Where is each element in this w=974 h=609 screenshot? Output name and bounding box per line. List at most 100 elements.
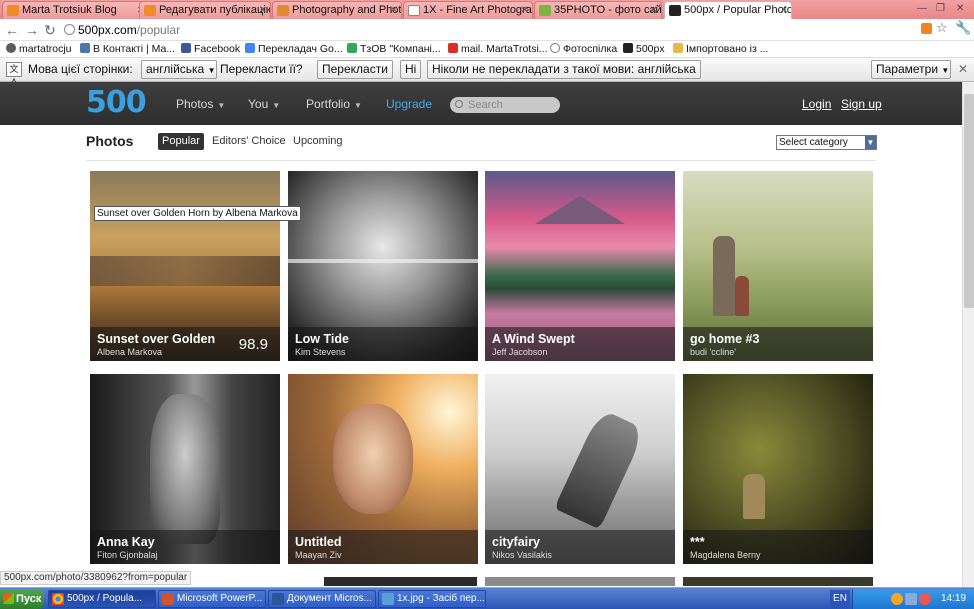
close-icon[interactable]: ✕ [521, 2, 529, 19]
status-url: 500px.com/photo/3380962?from=popular [0, 571, 192, 585]
task-label: 500px / Popula... [67, 593, 143, 604]
bookmark-translator[interactable]: Перекладач Go... [245, 42, 343, 57]
photo-author[interactable]: Maayan Ziv [295, 550, 342, 560]
clock[interactable]: 14:19 [941, 589, 966, 609]
category-select[interactable]: Select category ▼ [776, 135, 877, 150]
category-select-value: Select category [779, 137, 848, 148]
tab-photography[interactable]: Photography and Photo ✕ [272, 1, 402, 19]
back-arrow-icon[interactable]: ← [4, 21, 20, 39]
close-icon[interactable]: ✕ [780, 2, 788, 19]
nav-photos[interactable]: Photos ▼ [176, 97, 225, 111]
photo-mountain [535, 196, 625, 224]
close-icon[interactable]: ✕ [259, 2, 267, 19]
tab-label: Photography and Photo [292, 4, 402, 16]
nav-you-label: You [248, 97, 269, 111]
bookmark-500px[interactable]: 500px [623, 42, 665, 57]
close-icon[interactable]: ✕ [650, 2, 658, 19]
bookmark-facebook[interactable]: Facebook [181, 42, 240, 57]
photo-card[interactable]: cityfairy Nikos Vasilakis [485, 374, 675, 564]
500px-logo[interactable]: 500 [86, 85, 147, 121]
photo-card-partial[interactable] [324, 577, 477, 586]
tab-upcoming[interactable]: Upcoming [289, 133, 347, 150]
language-value: англійська [146, 62, 205, 76]
photo-author[interactable]: Jeff Jacobson [492, 347, 547, 357]
bookmark-vkontakte[interactable]: В Контакті | Ма... [80, 42, 175, 57]
maximize-icon[interactable]: ❐ [936, 0, 945, 19]
star-icon[interactable]: ☆ [936, 20, 948, 36]
login-link[interactable]: Login [802, 97, 831, 111]
tab-500px-popular[interactable]: 500px / Popular Photos ✕ [664, 1, 792, 19]
translate-prompt: Мова цієї сторінки: [28, 62, 133, 76]
translate-button[interactable]: Перекласти [317, 60, 393, 79]
chevron-down-icon: ▼ [217, 101, 226, 110]
photo-card[interactable]: *** Magdalena Berny [683, 374, 873, 564]
page-title: Photos [86, 133, 134, 149]
task-image-viewer[interactable]: 1x.jpg - Засіб пер... [378, 590, 486, 608]
never-translate-button[interactable]: Ніколи не перекладати з такої мови: англ… [427, 60, 701, 79]
photo-card[interactable]: Anna Kay Fiton Gjonbalaj [90, 374, 280, 564]
address-bar: ← → ↻ 500px.com/popular ☆ 🔧 [0, 19, 974, 41]
photo-card[interactable]: Low Tide Kim Stevens [288, 171, 478, 361]
scrollbar-thumb[interactable] [964, 94, 974, 308]
photo-card[interactable]: Untitled Maayan Ziv [288, 374, 478, 564]
tab-marta-blog[interactable]: Marta Trotsiuk Blog✕ [2, 1, 149, 19]
rss-icon[interactable] [921, 23, 932, 34]
tray-app-icon[interactable] [891, 593, 903, 605]
photo-author[interactable]: Kim Stevens [295, 347, 346, 357]
task-word[interactable]: Документ Micros... [268, 590, 376, 608]
tab-1x[interactable]: 1X - Fine Art Photograph ✕ [403, 1, 533, 19]
signup-link[interactable]: Sign up [841, 97, 882, 111]
tray-app-icon[interactable] [919, 593, 931, 605]
language-indicator[interactable]: EN [830, 590, 850, 608]
start-button[interactable]: Пуск [0, 589, 44, 609]
windows-logo-icon [3, 593, 14, 604]
window-close-icon[interactable]: ✕ [956, 0, 964, 19]
nav-upgrade[interactable]: Upgrade [386, 97, 432, 111]
reload-icon[interactable]: ↻ [42, 21, 58, 39]
photo-author[interactable]: Magdalena Berny [690, 550, 761, 560]
task-powerpoint[interactable]: Microsoft PowerP... [158, 590, 266, 608]
photo-card-partial[interactable] [683, 577, 873, 586]
search-input[interactable]: Search [450, 97, 560, 113]
wrench-icon[interactable]: 🔧 [955, 20, 971, 36]
tab-edit-post[interactable]: Редагувати публікацію ✕ [139, 1, 271, 19]
photo-title: go home #3 [690, 332, 760, 346]
bookmark-martatrocju[interactable]: martatrocju [6, 42, 72, 57]
nav-portfolio[interactable]: Portfolio ▼ [306, 97, 362, 111]
tab-35photo[interactable]: 35PHOTO - фото сайт ✕ [534, 1, 662, 19]
new-tab-button[interactable] [794, 1, 818, 19]
vertical-scrollbar[interactable] [962, 82, 974, 587]
chevron-down-icon: ▼ [354, 101, 362, 110]
photo-author[interactable]: Nikos Vasilakis [492, 550, 552, 560]
globe-icon [550, 43, 560, 53]
forward-arrow-icon[interactable]: → [24, 21, 40, 39]
photo-tooltip: Sunset over Golden Horn by Albena Markov… [94, 206, 301, 221]
nav-photos-label: Photos [176, 97, 214, 111]
bookmark-mail[interactable]: mail. MartaTrotsi... [448, 42, 548, 57]
photo-author[interactable]: Fiton Gjonbalaj [97, 550, 158, 560]
no-button[interactable]: Ні [400, 60, 422, 79]
photo-card[interactable]: A Wind Swept Jeff Jacobson [485, 171, 675, 361]
close-icon[interactable]: ✕ [958, 62, 968, 76]
minimize-icon[interactable]: — [917, 0, 927, 19]
bookmark-imported-folder[interactable]: Імпортовано із ... [673, 42, 768, 57]
word-icon [272, 593, 284, 605]
photo-card-partial[interactable] [485, 577, 675, 586]
network-icon[interactable] [905, 593, 917, 605]
tab-label: 1X - Fine Art Photograph [423, 4, 533, 16]
nav-you[interactable]: You ▼ [248, 97, 280, 111]
close-icon[interactable]: ✕ [390, 2, 398, 19]
photo-card[interactable]: go home #3 budi 'ccline' [683, 171, 873, 361]
search-placeholder: Search [468, 99, 503, 111]
tab-editors-choice[interactable]: Editors' Choice [208, 133, 290, 150]
photo-author[interactable]: Albena Markova [97, 347, 162, 357]
url-input[interactable]: 500px.com/popular [62, 21, 922, 39]
options-dropdown[interactable]: Параметри ▼ [871, 60, 951, 79]
language-dropdown[interactable]: англійська ▼ [141, 60, 217, 79]
bookmark-tzov[interactable]: ТзОВ "Компані... [347, 42, 441, 57]
task-chrome[interactable]: 500px / Popula... [48, 590, 156, 608]
tab-popular[interactable]: Popular [158, 133, 204, 150]
photo-author[interactable]: budi 'ccline' [690, 347, 736, 357]
bookmark-fotospilka[interactable]: Фотоспілка [550, 42, 617, 57]
photo-card[interactable]: Sunset over Golden Albena Markova 98.9 [90, 171, 280, 361]
